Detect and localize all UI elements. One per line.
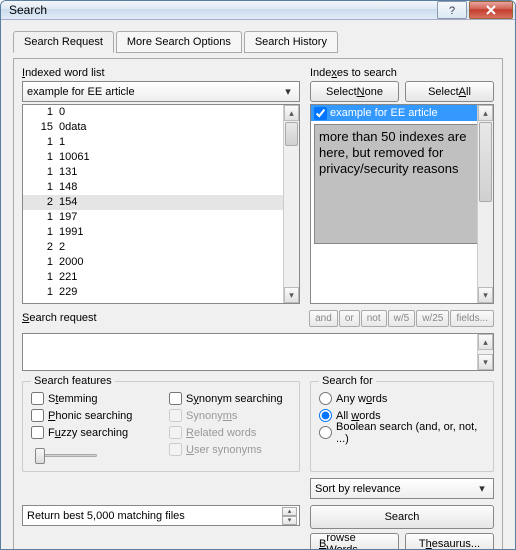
tab-strip: Search Request More Search Options Searc… (13, 31, 503, 53)
wordlist-row[interactable]: 22 (23, 240, 299, 255)
related-check: Related words (169, 424, 283, 441)
tab-panel: Indexed word list example for EE article… (13, 58, 503, 550)
operator-buttons: and or not w/5 w/25 fields... (309, 310, 494, 327)
radio-bool[interactable]: Boolean search (and, or, not, ...) (319, 424, 485, 441)
scroll-down-icon[interactable]: ▾ (478, 354, 493, 370)
sort-value: Sort by relevance (315, 483, 401, 495)
synonym-check[interactable]: Synonym searching (169, 390, 283, 407)
wordlist-dropdown[interactable]: example for EE article ▾ (22, 81, 300, 102)
scroll-up-icon[interactable]: ▴ (478, 105, 493, 121)
svg-text:?: ? (449, 5, 455, 15)
scroll-up-icon[interactable]: ▴ (478, 334, 493, 350)
close-button[interactable] (469, 1, 513, 19)
wordlist-row[interactable]: 12000 (23, 255, 299, 270)
scroll-thumb[interactable] (285, 122, 298, 146)
index-checkbox[interactable] (314, 107, 327, 120)
indexes-label: Indexes to search (310, 67, 494, 79)
scroll-down-icon[interactable]: ▾ (284, 287, 299, 303)
tab-history[interactable]: Search History (244, 31, 338, 53)
request-label: Search request (22, 312, 97, 324)
request-scrollbar[interactable]: ▴ ▾ (477, 334, 493, 370)
wordlist-row[interactable]: 1148 (23, 180, 299, 195)
search-dialog: Search ? Search Request More Search Opti… (0, 0, 516, 550)
chevron-down-icon: ▾ (475, 482, 489, 495)
fuzzy-slider[interactable] (31, 445, 101, 465)
slider-thumb[interactable] (35, 448, 45, 464)
spin-up-icon[interactable]: ▴ (282, 507, 297, 516)
spin-down-icon[interactable]: ▾ (282, 516, 297, 525)
wordlist-scrollbar[interactable]: ▴ ▾ (283, 105, 299, 303)
wordlist-row[interactable]: 1197 (23, 210, 299, 225)
op-or[interactable]: or (339, 310, 360, 327)
features-legend: Search features (31, 375, 115, 387)
search-request-input[interactable]: ▴ ▾ (22, 333, 494, 371)
select-all-button[interactable]: Select All (405, 81, 494, 102)
scroll-down-icon[interactable]: ▾ (478, 287, 493, 303)
wordlist-row[interactable]: 110061 (23, 150, 299, 165)
indexes-listbox[interactable]: example for EE article more than 50 inde… (310, 104, 494, 304)
phonic-check[interactable]: Phonic searching (31, 407, 159, 424)
wordlist-row[interactable]: 10 (23, 105, 299, 120)
wordlist-row[interactable]: 11 (23, 135, 299, 150)
features-group: Search features Stemming Phonic searchin… (22, 381, 300, 472)
tab-search-request[interactable]: Search Request (13, 31, 114, 53)
synonyms-check: Synonyms (169, 407, 283, 424)
thesaurus-button[interactable]: Thesaurus... (405, 533, 494, 550)
indexes-scrollbar[interactable]: ▴ ▾ (477, 105, 493, 303)
wordlist-label: Indexed word list (22, 67, 300, 79)
wordlist-listbox[interactable]: 10150data1111006111311148215411971199122… (22, 104, 300, 304)
radio-any[interactable]: Any words (319, 390, 485, 407)
searchfor-group: Search for Any words All words Boolean s… (310, 381, 494, 472)
wordlist-dropdown-value: example for EE article (27, 86, 135, 98)
window-title: Search (9, 3, 437, 17)
op-w5[interactable]: w/5 (388, 310, 416, 327)
wordlist-row[interactable]: 2154 (23, 195, 299, 210)
op-not[interactable]: not (361, 310, 387, 327)
help-button[interactable]: ? (437, 1, 467, 19)
scroll-up-icon[interactable]: ▴ (284, 105, 299, 121)
index-item[interactable]: example for EE article (311, 105, 493, 121)
tab-more-options[interactable]: More Search Options (116, 31, 242, 53)
wordlist-row[interactable]: 1221 (23, 270, 299, 285)
wordlist-row[interactable]: 11991 (23, 225, 299, 240)
op-w25[interactable]: w/25 (416, 310, 449, 327)
index-item-label: example for EE article (330, 107, 438, 119)
op-and[interactable]: and (309, 310, 338, 327)
select-none-button[interactable]: Select None (310, 81, 399, 102)
chevron-down-icon: ▾ (281, 85, 295, 98)
usersyn-check: User synonyms (169, 441, 283, 458)
fuzzy-check[interactable]: Fuzzy searching (31, 424, 159, 441)
wordlist-row[interactable]: 1229 (23, 285, 299, 300)
index-note: more than 50 indexes are here, but remov… (314, 124, 490, 244)
sort-dropdown[interactable]: Sort by relevance ▾ (310, 478, 494, 499)
search-button[interactable]: Search (310, 505, 494, 529)
searchfor-legend: Search for (319, 375, 376, 387)
op-fields[interactable]: fields... (450, 310, 494, 327)
wordlist-row[interactable]: 150data (23, 120, 299, 135)
titlebar[interactable]: Search ? (1, 1, 515, 20)
browse-words-button[interactable]: Browse Words... (310, 533, 399, 550)
return-best-spinner[interactable]: Return best 5,000 matching files ▴ ▾ (22, 505, 300, 526)
wordlist-row[interactable]: 1131 (23, 165, 299, 180)
return-best-text: Return best 5,000 matching files (27, 510, 185, 522)
scroll-thumb[interactable] (479, 122, 492, 202)
stemming-check[interactable]: Stemming (31, 390, 159, 407)
